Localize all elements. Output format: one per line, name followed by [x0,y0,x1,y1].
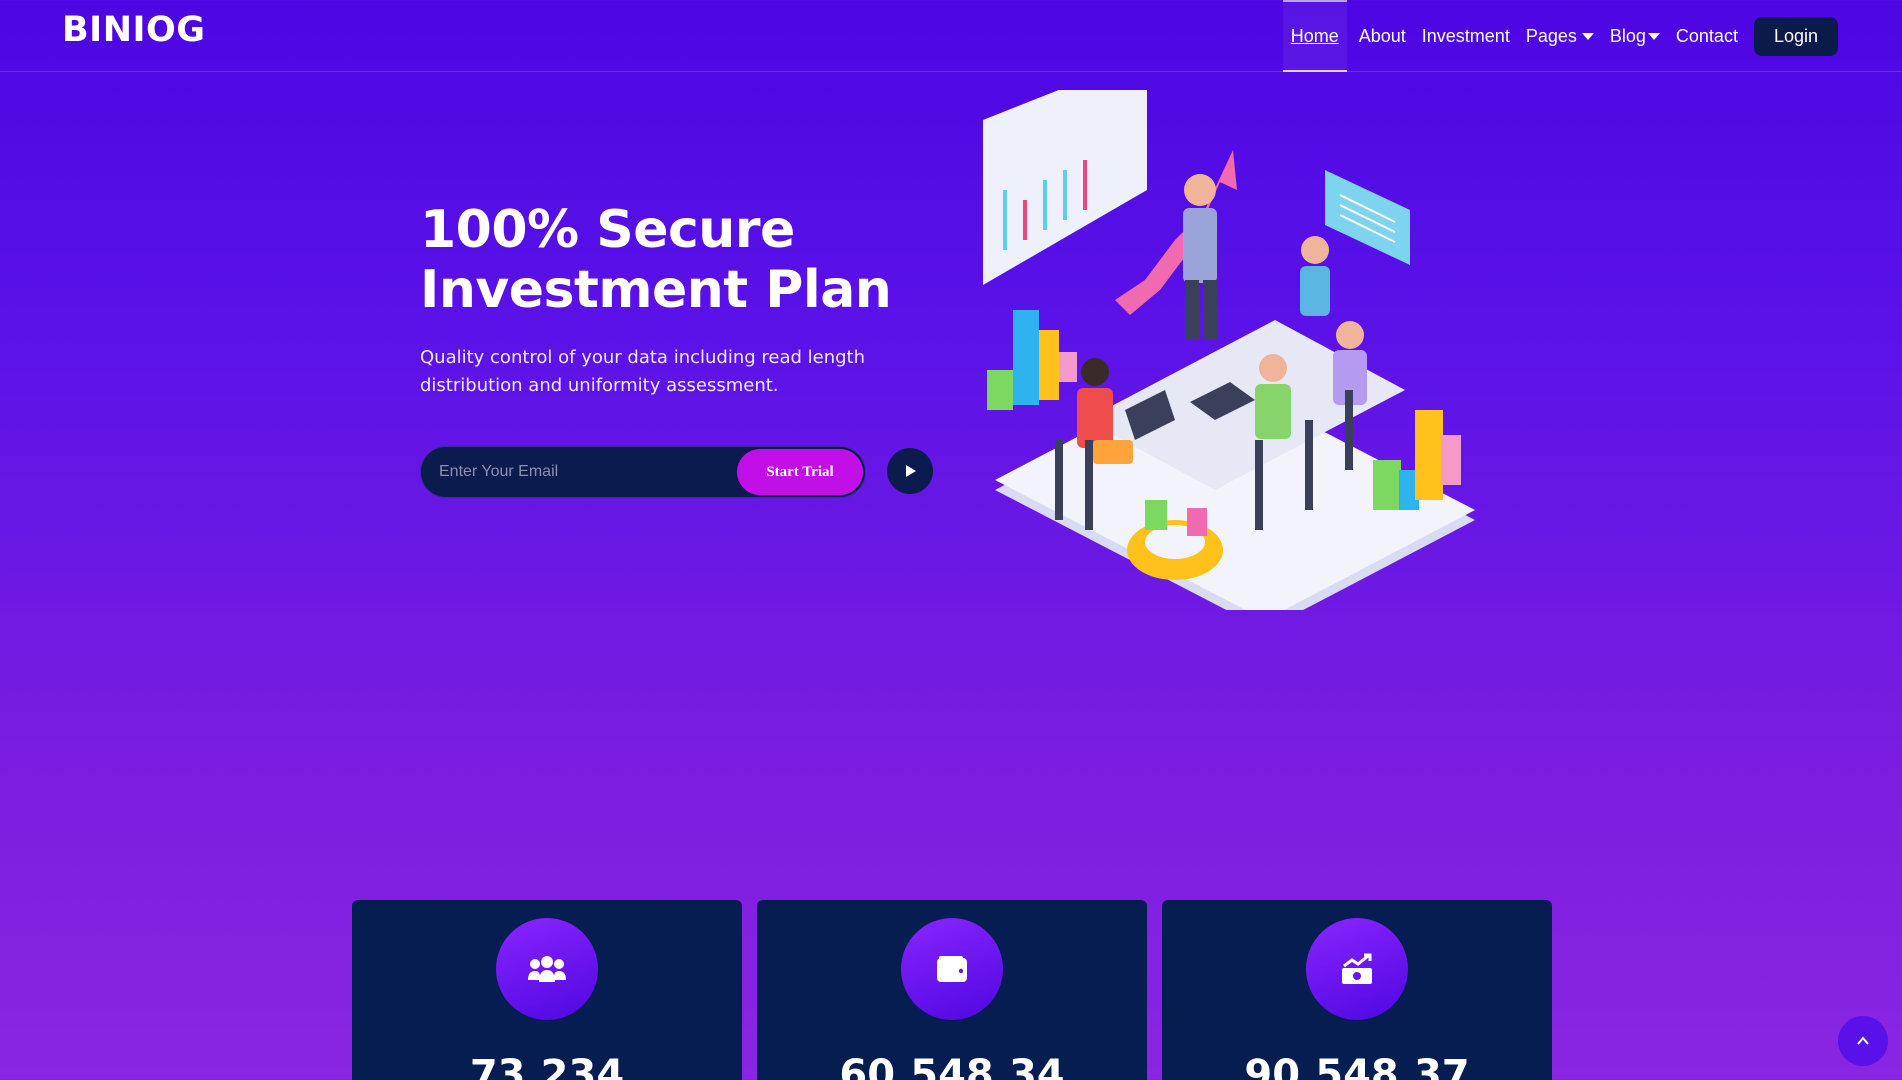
nav-about[interactable]: About [1351,0,1414,72]
hero-title-line2: Investment Plan [420,260,892,320]
nav-home[interactable]: Home [1282,0,1347,72]
stat-icon-circle [496,918,598,1020]
money-chart-icon [1342,953,1372,984]
team-meeting-illustration [983,90,1475,610]
hero-title: 100% Secure Investment Plan [420,200,980,320]
nav-pages-label: Pages [1525,25,1577,46]
scroll-to-top-button[interactable] [1838,1016,1888,1066]
stat-icon-circle [901,918,1003,1020]
nav-contact[interactable]: Contact [1668,0,1746,72]
stat-value: 73,234 [469,1052,625,1080]
login-button[interactable]: Login [1753,16,1838,56]
chevron-up-icon [1857,1036,1869,1045]
nav-blog[interactable]: Blog [1602,0,1668,72]
users-icon [528,956,566,982]
stat-card-investors: 73,234 [352,900,742,1080]
caret-down-icon [1647,32,1660,40]
start-trial-button[interactable]: Start Trial [737,449,863,495]
play-icon [906,465,916,477]
stat-value: 60,548.34 [839,1052,1065,1080]
wallet-icon [937,956,967,982]
play-video-button[interactable] [887,448,933,494]
nav-pages[interactable]: Pages [1518,0,1602,72]
hero-subtitle: Quality control of your data including r… [420,347,866,396]
brand-logo[interactable]: BINIOG [62,10,206,50]
top-navbar: BINIOG Home About Investment Pages Blog … [0,0,1902,72]
stat-value: 90,548.37 [1244,1052,1470,1080]
email-input[interactable] [421,447,721,497]
stat-card-balance: 60,548.34 [757,900,1147,1080]
nav-investment[interactable]: Investment [1414,0,1518,72]
stat-card-profit: 90,548.37 [1162,900,1552,1080]
hero-title-line1: 100% Secure [420,200,795,260]
email-signup-form: Start Trial [420,446,866,498]
caret-down-icon [1581,32,1594,40]
main-menu: Home About Investment Pages Blog Contact… [1279,0,1838,72]
nav-blog-label: Blog [1609,25,1646,46]
stat-icon-circle [1306,918,1408,1020]
